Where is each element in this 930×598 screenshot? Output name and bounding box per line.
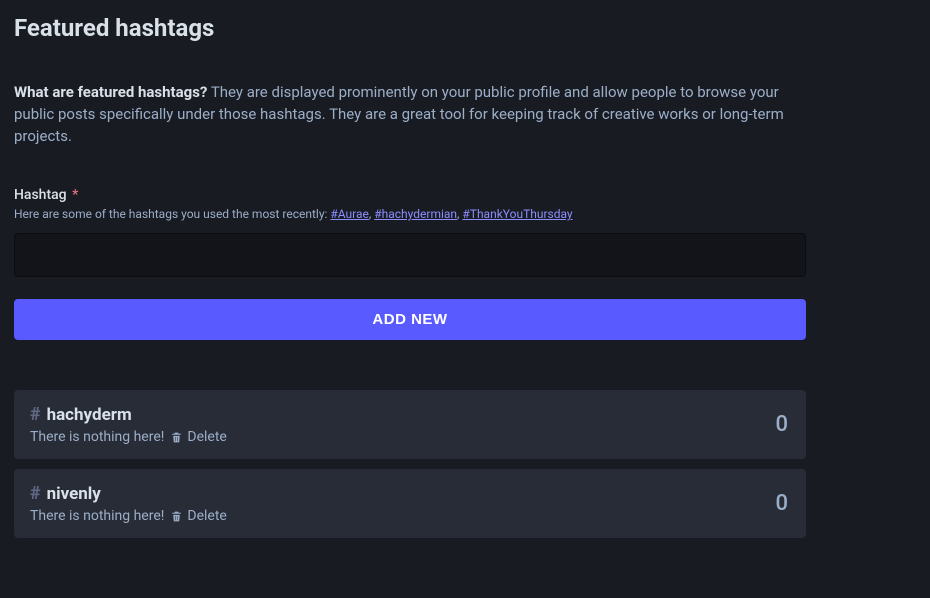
featured-tag-card: # nivenly There is nothing here! Delete … [14, 469, 806, 538]
tag-empty-text: There is nothing here! [30, 508, 164, 524]
suggestion-link[interactable]: #ThankYouThursday [462, 207, 572, 221]
trash-icon [170, 510, 183, 523]
hashtag-hint: Here are some of the hashtags you used t… [14, 207, 806, 221]
hashtag-label: Hashtag * [14, 187, 806, 203]
add-new-button[interactable]: Add new [14, 299, 806, 340]
intro-question: What are featured hashtags? [14, 83, 207, 101]
tag-count: 0 [775, 491, 788, 516]
tag-count: 0 [775, 412, 788, 437]
tag-empty-text: There is nothing here! [30, 429, 164, 445]
required-mark: * [72, 187, 78, 203]
trash-icon [170, 431, 183, 444]
tag-name: nivenly [47, 484, 101, 504]
hash-icon: # [30, 483, 41, 504]
suggestion-link[interactable]: #Aurae [330, 207, 369, 221]
page-title: Featured hashtags [14, 14, 806, 42]
delete-button[interactable]: Delete [170, 508, 226, 524]
featured-tag-card: # hachyderm There is nothing here! Delet… [14, 390, 806, 459]
hint-prefix: Here are some of the hashtags you used t… [14, 207, 330, 221]
delete-label: Delete [187, 429, 226, 445]
tag-name: hachyderm [47, 405, 132, 425]
featured-tag-list: # hachyderm There is nothing here! Delet… [14, 390, 806, 538]
hash-icon: # [30, 404, 41, 425]
delete-label: Delete [187, 508, 226, 524]
hashtag-input[interactable] [14, 233, 806, 277]
suggestion-link[interactable]: #hachydermian [374, 207, 457, 221]
intro-text: What are featured hashtags? They are dis… [14, 82, 806, 147]
hashtag-label-text: Hashtag [14, 187, 67, 203]
delete-button[interactable]: Delete [170, 429, 226, 445]
